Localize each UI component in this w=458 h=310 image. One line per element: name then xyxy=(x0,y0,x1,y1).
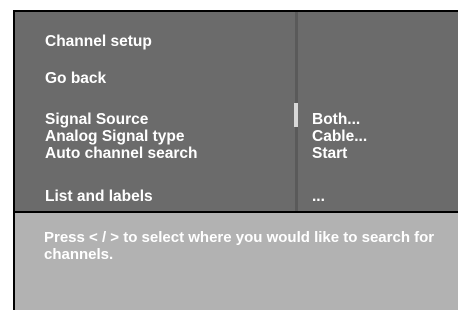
menu-item-signal-source[interactable]: Signal Source xyxy=(45,111,148,128)
menu-item-list-and-labels[interactable]: List and labels xyxy=(45,188,153,205)
value-signal-source[interactable]: Both... xyxy=(312,111,360,128)
value-analog-signal-type[interactable]: Cable... xyxy=(312,128,367,145)
value-list-and-labels[interactable]: ... xyxy=(312,188,325,205)
go-back-item[interactable]: Go back xyxy=(45,70,106,87)
menu-title: Channel setup xyxy=(45,33,152,50)
help-text: Press < / > to select where you would li… xyxy=(44,229,435,263)
help-panel: Press < / > to select where you would li… xyxy=(15,213,458,310)
menu-item-auto-channel-search[interactable]: Auto channel search xyxy=(45,145,197,162)
menu-item-analog-signal-type[interactable]: Analog Signal type xyxy=(45,128,185,145)
tv-menu-screen: Channel setup Go back Signal Source Anal… xyxy=(13,10,458,310)
menu-list-panel: Channel setup Go back Signal Source Anal… xyxy=(15,12,295,211)
value-auto-channel-search[interactable]: Start xyxy=(312,145,347,162)
menu-value-panel: Both... Cable... Start ... xyxy=(298,12,458,211)
